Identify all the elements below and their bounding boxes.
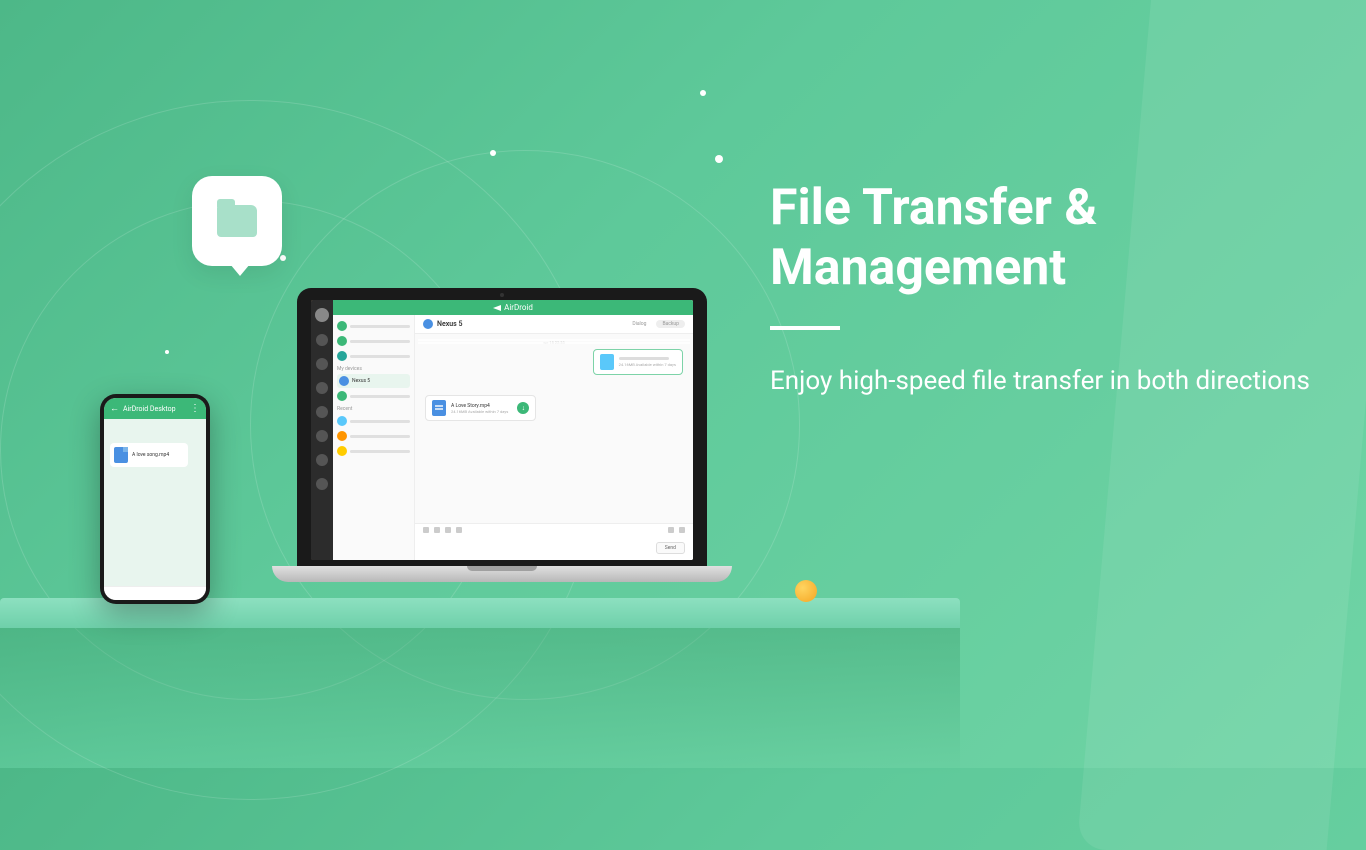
user-avatar-icon — [315, 308, 329, 322]
contact-avatar-icon — [337, 321, 347, 331]
folder-bubble — [192, 176, 282, 266]
contact-item — [337, 444, 410, 458]
hero-text: File Transfer & Management Enjoy high-sp… — [770, 178, 1330, 401]
laptop-display: AirDroid My devices Nexus 5 Recent — [311, 300, 693, 560]
hero-divider — [770, 326, 840, 330]
send-button: Send — [656, 542, 685, 554]
contact-placeholder — [350, 340, 410, 343]
chat-toolbar — [415, 523, 693, 536]
airdroid-logo-icon — [493, 305, 501, 311]
nav-icon — [316, 454, 328, 466]
laptop-base — [272, 566, 732, 582]
decor-dot — [715, 155, 723, 163]
contact-avatar-icon — [337, 351, 347, 361]
phone-chat-body: A love song.mp4 — [104, 419, 206, 586]
decor-dot — [280, 255, 286, 261]
message-meta: 24.16MB Available within 7 days — [619, 362, 676, 367]
contact-avatar-icon — [339, 376, 349, 386]
phone-mockup: ← AirDroid Desktop ⋮ A love song.mp4 — [100, 394, 210, 604]
download-icon — [517, 402, 529, 414]
contact-placeholder — [350, 450, 410, 453]
contact-item — [337, 334, 410, 348]
menu-icon: ⋮ — [190, 403, 200, 414]
contact-avatar-icon — [337, 336, 347, 346]
contact-item — [337, 429, 410, 443]
nav-icon — [316, 478, 328, 490]
nav-icon — [316, 382, 328, 394]
phone-message-filename: A love song.mp4 — [132, 452, 169, 458]
desktop-wallpaper: AirDroid My devices Nexus 5 Recent — [311, 300, 693, 560]
laptop-screen-frame: AirDroid My devices Nexus 5 Recent — [297, 288, 707, 566]
app-main: AirDroid My devices Nexus 5 Recent — [333, 300, 693, 560]
phone-title: AirDroid Desktop — [123, 405, 176, 413]
phone-message-bubble: A love song.mp4 — [110, 443, 188, 467]
file-icon — [600, 354, 614, 370]
chat-header: Nexus 5 Dialog Backup — [415, 315, 693, 334]
contact-item — [337, 349, 410, 363]
contact-placeholder — [350, 355, 410, 358]
contact-avatar-icon — [337, 446, 347, 456]
contact-item — [337, 414, 410, 428]
filename-placeholder — [619, 357, 669, 360]
hero-subtitle: Enjoy high-speed file transfer in both d… — [770, 362, 1330, 401]
contact-avatar-icon — [337, 431, 347, 441]
hero-title: File Transfer & Management — [770, 178, 1330, 298]
attachment-icon — [423, 527, 429, 533]
contact-avatar-icon — [337, 391, 347, 401]
contact-item-selected: Nexus 5 — [337, 374, 410, 388]
chat-contact-avatar-icon — [423, 319, 433, 329]
chat-body: we 18 22:33 24.16MB Available within 7 d… — [415, 334, 693, 523]
app-name: AirDroid — [504, 303, 533, 312]
phone-screen: ← AirDroid Desktop ⋮ A love song.mp4 — [104, 398, 206, 600]
file-icon — [114, 447, 128, 463]
section-label-devices: My devices — [337, 364, 410, 374]
back-icon: ← — [110, 403, 119, 414]
laptop-mockup: AirDroid My devices Nexus 5 Recent — [272, 288, 732, 608]
image-tool-icon — [445, 527, 451, 533]
app-tool-icon — [456, 527, 462, 533]
orange-ball-decor — [795, 580, 817, 602]
nav-icon — [316, 406, 328, 418]
decor-dot — [165, 350, 169, 354]
app-nav-strip — [311, 300, 333, 560]
contact-placeholder — [350, 325, 410, 328]
nav-icon — [316, 430, 328, 442]
file-icon — [432, 400, 446, 416]
contact-placeholder — [350, 435, 410, 438]
nav-icon — [316, 334, 328, 346]
section-label-recent: Recent — [337, 404, 410, 414]
nav-icon — [316, 358, 328, 370]
laptop-camera — [500, 293, 504, 297]
chat-contact-name: Nexus 5 — [437, 320, 463, 328]
contact-list: My devices Nexus 5 Recent — [333, 315, 415, 560]
message-outgoing: 24.16MB Available within 7 days — [593, 349, 683, 375]
message-incoming: A Love Story.mp4 24.16MB Available withi… — [425, 395, 536, 421]
app-content: My devices Nexus 5 Recent Nexus 5 — [333, 315, 693, 560]
contact-item — [337, 319, 410, 333]
phone-input-bar — [104, 586, 206, 600]
chat-area: Nexus 5 Dialog Backup we 18 22:33 — [415, 315, 693, 560]
decor-dot — [490, 150, 496, 156]
contact-placeholder — [350, 420, 410, 423]
chat-tabs: Dialog Backup — [626, 320, 685, 328]
contact-name: Nexus 5 — [352, 378, 370, 384]
contact-item — [337, 389, 410, 403]
tab-backup: Backup — [656, 320, 685, 328]
app-titlebar: AirDroid — [333, 300, 693, 315]
tool-icon — [668, 527, 674, 533]
platform-shadow — [0, 625, 960, 775]
contact-avatar-icon — [337, 416, 347, 426]
message-meta: 24.16MB Available within 7 days — [451, 409, 508, 414]
chat-input-area: Send — [415, 536, 693, 560]
folder-tool-icon — [434, 527, 440, 533]
folder-icon — [217, 205, 257, 237]
phone-header: ← AirDroid Desktop ⋮ — [104, 398, 206, 419]
bg-panel — [1077, 0, 1366, 850]
contact-placeholder — [350, 395, 410, 398]
tab-dialog: Dialog — [626, 320, 652, 328]
decor-dot — [700, 90, 706, 96]
tool-icon — [679, 527, 685, 533]
